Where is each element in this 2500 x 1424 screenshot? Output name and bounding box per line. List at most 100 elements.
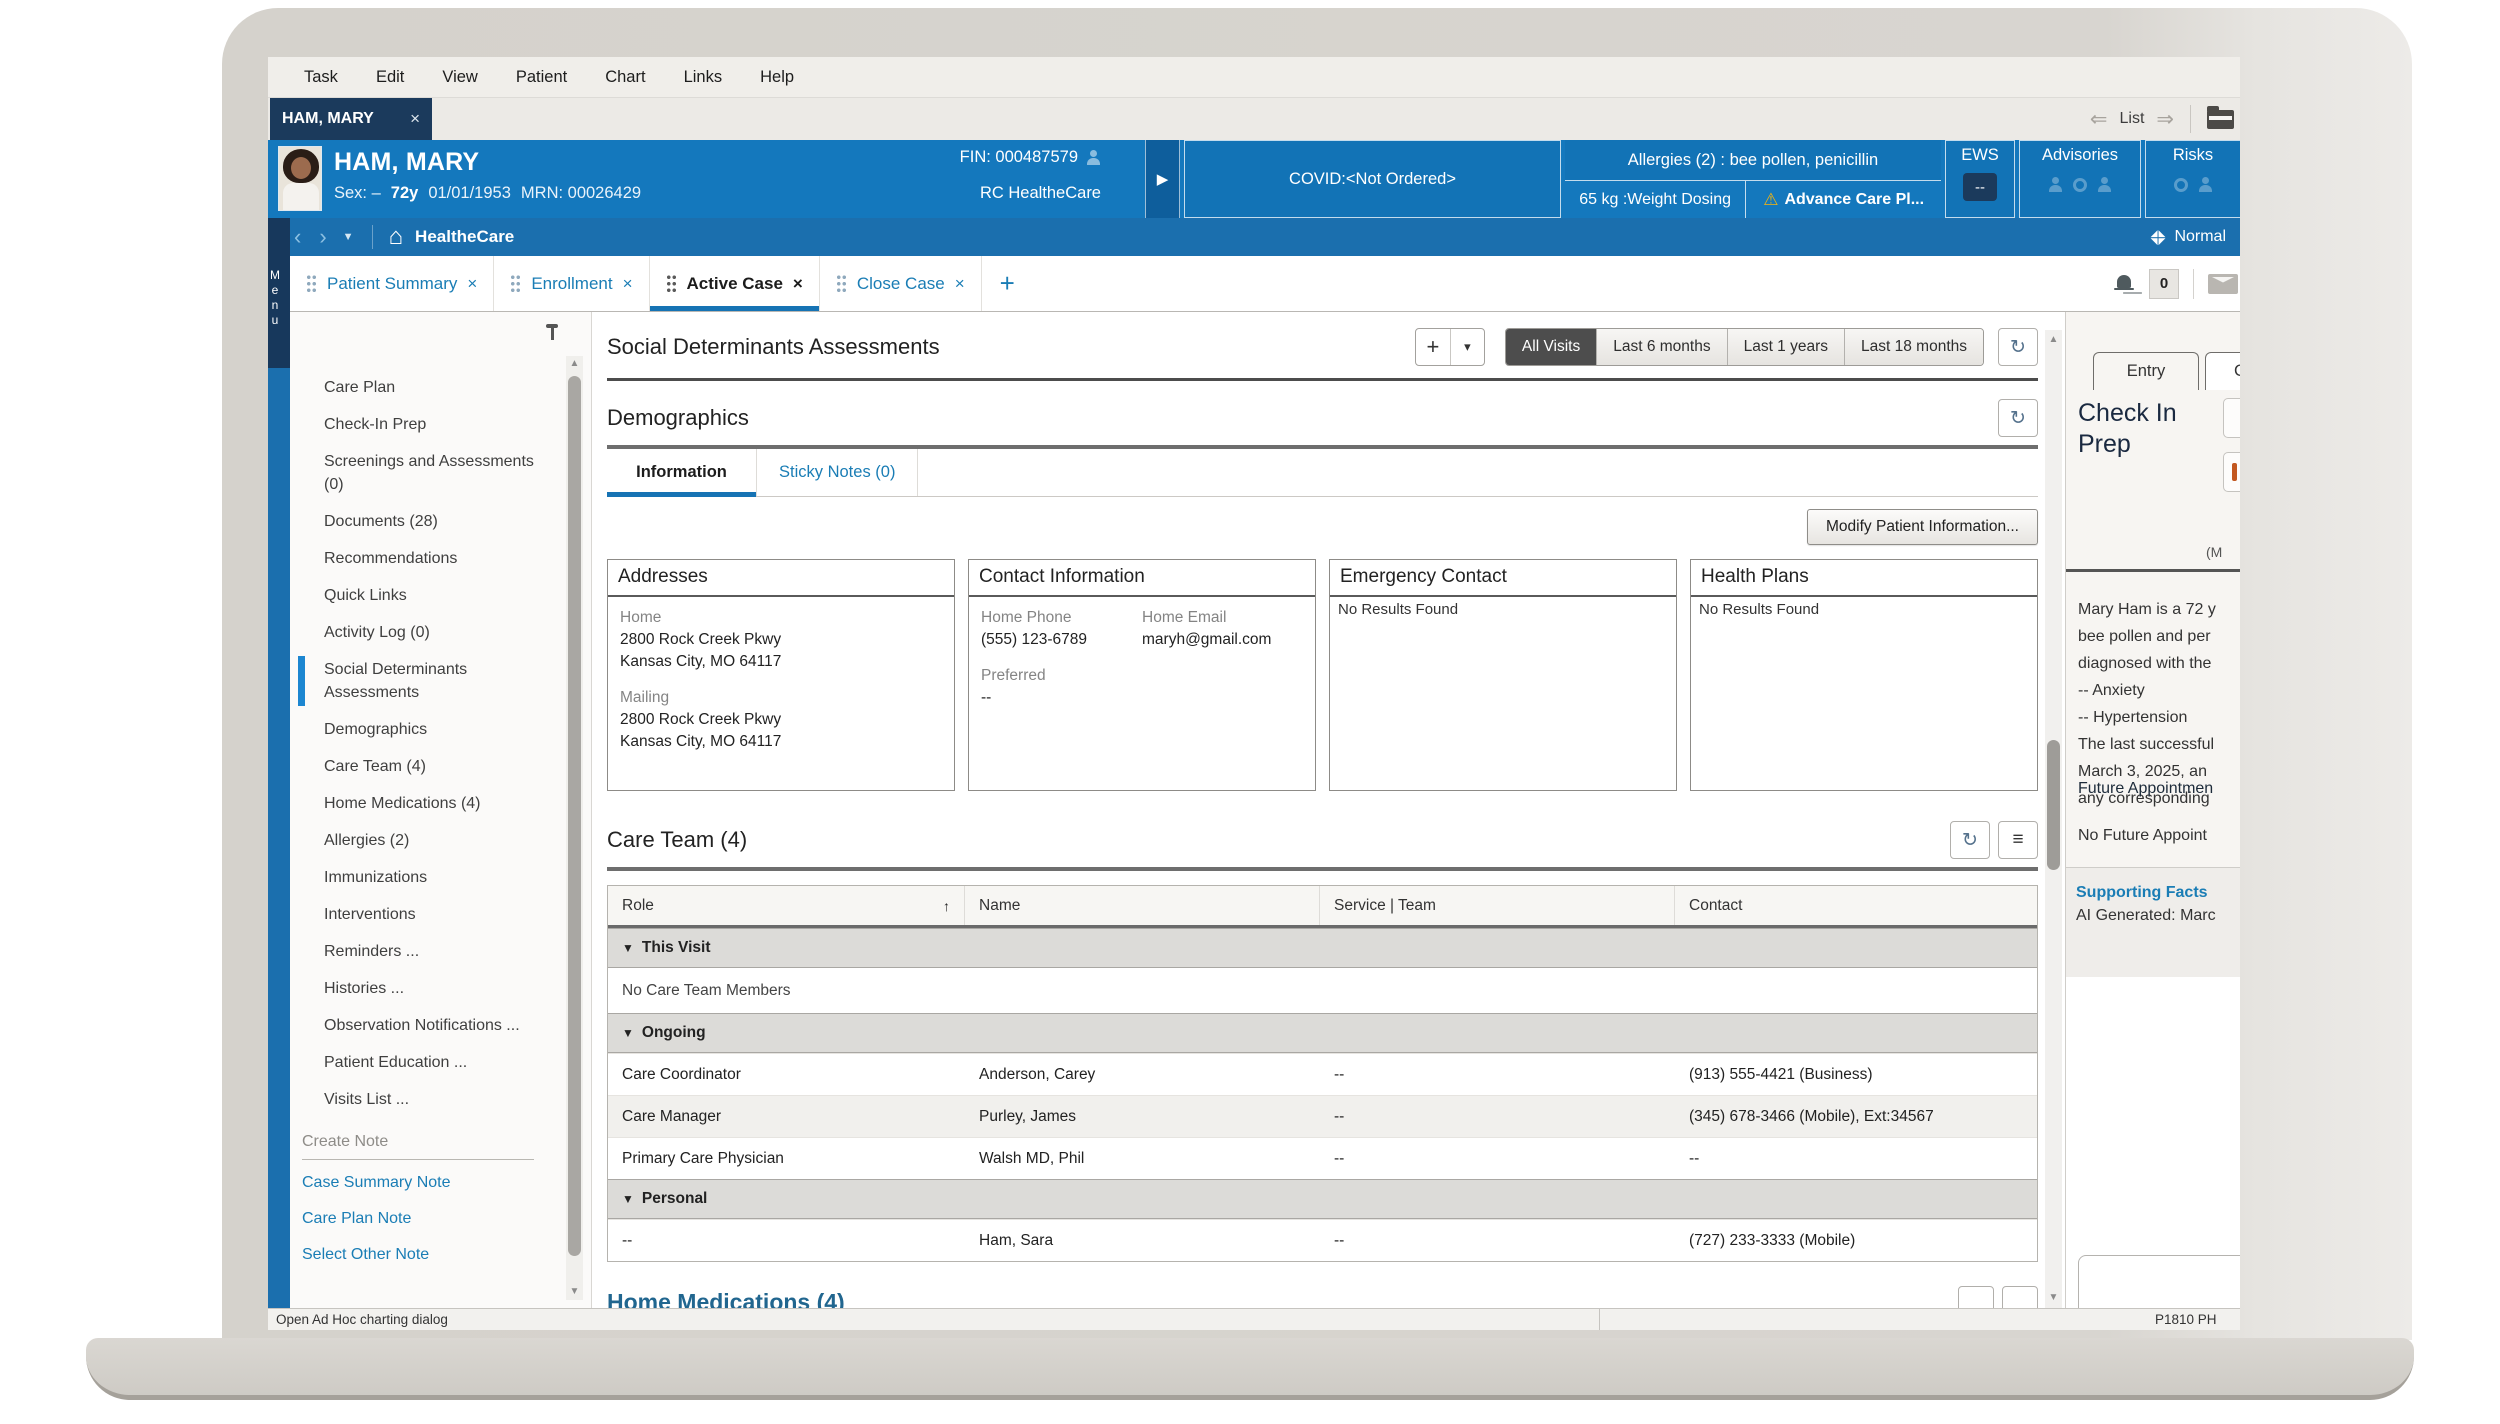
view-mode-control[interactable]: ◢◣◥◤ Normal <box>2151 228 2240 246</box>
group-row-ongoing[interactable]: ▼Ongoing <box>608 1013 2037 1053</box>
menu-view[interactable]: View <box>442 68 477 87</box>
tab-sticky-notes[interactable]: Sticky Notes (0) <box>757 449 918 496</box>
covid-status-cell[interactable]: COVID:<Not Ordered> <box>1184 140 1561 218</box>
weight-dosing-cell[interactable]: 65 kg :Weight Dosing <box>1565 181 1746 218</box>
tab-active-case[interactable]: Active Case× <box>650 256 820 311</box>
menu-button[interactable]: ≡ <box>1998 821 2038 859</box>
sidebar-item-interventions[interactable]: Interventions <box>324 903 539 926</box>
pin-icon[interactable] <box>545 324 559 340</box>
menu-button[interactable] <box>2002 1286 2038 1308</box>
menu-help[interactable]: Help <box>760 68 794 87</box>
sidebar-item-demographics[interactable]: Demographics <box>324 718 539 741</box>
drag-handle-icon[interactable] <box>836 274 847 293</box>
home-icon[interactable]: ⌂ <box>389 225 404 249</box>
note-link-select-other-note[interactable]: Select Other Note <box>302 1246 591 1264</box>
filter-all-visits[interactable]: All Visits <box>1506 329 1597 365</box>
collapse-caret-icon[interactable]: ▼ <box>622 941 634 955</box>
ews-cell[interactable]: EWS -- <box>1945 140 2015 218</box>
tab-information[interactable]: Information <box>607 449 757 496</box>
history-dropdown-icon[interactable]: ▼ <box>343 231 354 243</box>
allergies-cell[interactable]: Allergies (2) : bee pollen, penicillin <box>1565 140 1941 181</box>
scroll-up-icon[interactable]: ▲ <box>2045 332 2062 348</box>
patient-chart-tab[interactable]: HAM, MARY × <box>270 98 432 140</box>
menu-task[interactable]: Task <box>304 68 338 87</box>
modify-patient-information-button[interactable]: Modify Patient Information... <box>1807 509 2038 545</box>
add-button[interactable]: + <box>1416 329 1450 365</box>
tab-entry[interactable]: Entry <box>2093 352 2199 390</box>
panel-button[interactable] <box>2223 452 2240 492</box>
close-icon[interactable]: × <box>467 274 477 294</box>
drag-handle-icon[interactable] <box>510 274 521 293</box>
sidebar-item-activity-log-0[interactable]: Activity Log (0) <box>324 621 539 644</box>
sidebar-item-check-in-prep[interactable]: Check-In Prep <box>324 413 539 436</box>
home-label[interactable]: HealtheCare <box>415 227 514 247</box>
list-label[interactable]: List <box>2119 110 2144 128</box>
risks-cell[interactable]: Risks <box>2145 140 2240 218</box>
column-header-service-team[interactable]: Service | Team <box>1320 886 1675 925</box>
drag-handle-icon[interactable] <box>306 274 317 293</box>
menu-links[interactable]: Links <box>684 68 723 87</box>
filter-last-6-months[interactable]: Last 6 months <box>1597 329 1727 365</box>
list-forward-icon[interactable]: ⇒ <box>2156 107 2174 132</box>
menu-chart[interactable]: Chart <box>605 68 645 87</box>
sidebar-item-home-medications-4[interactable]: Home Medications (4) <box>324 792 539 815</box>
tab-close-case[interactable]: Close Case× <box>820 256 982 311</box>
list-back-icon[interactable]: ⇐ <box>2090 107 2108 132</box>
close-icon[interactable]: × <box>623 274 633 294</box>
sidebar-item-observation-notifications[interactable]: Observation Notifications ... <box>324 1014 539 1037</box>
close-icon[interactable]: × <box>955 274 965 294</box>
collapse-caret-icon[interactable]: ▼ <box>622 1026 634 1040</box>
sidebar-item-allergies-2[interactable]: Allergies (2) <box>324 829 539 852</box>
refresh-button[interactable]: ↻ <box>1950 821 1990 859</box>
scroll-up-icon[interactable]: ▲ <box>566 356 583 372</box>
refresh-button[interactable]: ↻ <box>1998 399 2038 437</box>
group-row-personal[interactable]: ▼Personal <box>608 1179 2037 1219</box>
add-tab-button[interactable]: + <box>982 256 1033 311</box>
sidebar-item-quick-links[interactable]: Quick Links <box>324 584 539 607</box>
column-header-name[interactable]: Name <box>965 886 1320 925</box>
message-icon[interactable] <box>2208 274 2238 294</box>
sidebar-item-social-determinants-assessments[interactable]: Social Determinants Assessments <box>324 658 539 704</box>
close-icon[interactable]: × <box>410 109 420 129</box>
menu-strip-tab[interactable]: Menu <box>268 218 290 368</box>
banner-expand-button[interactable]: ▶ <box>1145 140 1180 218</box>
patient-photo[interactable] <box>278 146 322 211</box>
refresh-button[interactable]: ↻ <box>1998 328 2038 366</box>
sidebar-item-documents-28[interactable]: Documents (28) <box>324 510 539 533</box>
panel-button[interactable] <box>2223 398 2240 438</box>
close-icon[interactable]: × <box>793 274 803 294</box>
advance-care-cell[interactable]: ⚠ Advance Care Pl... <box>1746 181 1941 218</box>
scroll-down-icon[interactable]: ▼ <box>566 1284 583 1300</box>
column-header-role[interactable]: Role↑ <box>608 886 965 925</box>
sidebar-item-care-team-4[interactable]: Care Team (4) <box>324 755 539 778</box>
menu-edit[interactable]: Edit <box>376 68 404 87</box>
group-row-this-visit[interactable]: ▼This Visit <box>608 928 2037 968</box>
refresh-button[interactable] <box>1958 1286 1994 1308</box>
sidebar-scrollbar[interactable]: ▲ ▼ <box>566 356 583 1300</box>
back-icon[interactable]: ‹ <box>294 226 301 248</box>
folder-icon[interactable] <box>2207 110 2234 129</box>
advisories-cell[interactable]: Advisories <box>2019 140 2141 218</box>
table-row[interactable]: Primary Care PhysicianWalsh MD, Phil---- <box>608 1137 2037 1179</box>
drag-handle-icon[interactable] <box>666 274 677 293</box>
sidebar-item-visits-list[interactable]: Visits List ... <box>324 1088 539 1111</box>
sidebar-item-screenings-and-assessments-0[interactable]: Screenings and Assessments (0) <box>324 450 539 496</box>
patient-name[interactable]: HAM, MARY <box>334 148 479 177</box>
filter-last-18-months[interactable]: Last 18 months <box>1845 329 1983 365</box>
menu-patient[interactable]: Patient <box>516 68 567 87</box>
table-row[interactable]: Care CoordinatorAnderson, Carey--(913) 5… <box>608 1053 2037 1095</box>
column-header-contact[interactable]: Contact <box>1675 886 2037 925</box>
main-scrollbar[interactable]: ▲ ▼ <box>2045 330 2062 1308</box>
tab-patient-summary[interactable]: Patient Summary× <box>290 256 494 311</box>
note-link-care-plan-note[interactable]: Care Plan Note <box>302 1210 591 1228</box>
scroll-down-icon[interactable]: ▼ <box>2045 1290 2062 1306</box>
sidebar-item-care-plan[interactable]: Care Plan <box>324 376 539 399</box>
sidebar-item-histories[interactable]: Histories ... <box>324 977 539 1000</box>
sort-ascending-icon[interactable]: ↑ <box>943 898 950 914</box>
note-link-case-summary-note[interactable]: Case Summary Note <box>302 1174 591 1192</box>
bell-icon[interactable] <box>2113 273 2135 295</box>
sidebar-item-immunizations[interactable]: Immunizations <box>324 866 539 889</box>
sidebar-item-patient-education[interactable]: Patient Education ... <box>324 1051 539 1074</box>
tab-enrollment[interactable]: Enrollment× <box>494 256 649 311</box>
scrollbar-thumb[interactable] <box>568 376 581 1256</box>
